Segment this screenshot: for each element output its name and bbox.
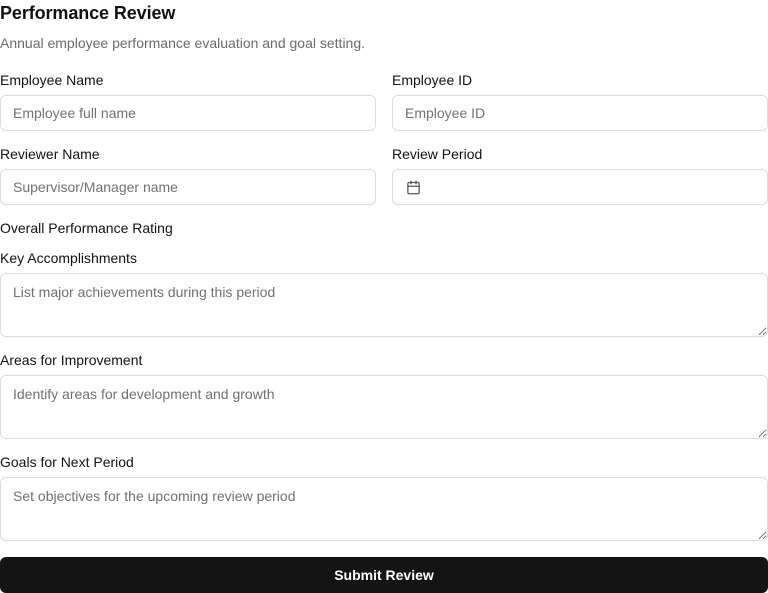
reviewer-name-label: Reviewer Name	[0, 146, 100, 162]
calendar-icon	[406, 180, 421, 195]
areas-for-improvement-label: Areas for Improvement	[0, 352, 143, 368]
key-accomplishments-label: Key Accomplishments	[0, 250, 137, 266]
overall-rating-label: Overall Performance Rating	[0, 220, 173, 236]
page-subtitle: Annual employee performance evaluation a…	[0, 35, 366, 51]
review-period-date-picker[interactable]	[392, 169, 768, 205]
page-title: Performance Review	[0, 3, 176, 23]
areas-for-improvement-textarea[interactable]	[0, 375, 768, 439]
goals-next-period-textarea[interactable]	[0, 477, 768, 541]
employee-id-label: Employee ID	[392, 72, 473, 88]
submit-review-button[interactable]: Submit Review	[0, 557, 768, 593]
goals-next-period-label: Goals for Next Period	[0, 454, 134, 470]
key-accomplishments-textarea[interactable]	[0, 273, 768, 337]
employee-name-label: Employee Name	[0, 72, 104, 88]
employee-id-input[interactable]	[392, 95, 768, 131]
review-period-label: Review Period	[392, 146, 483, 162]
employee-name-input[interactable]	[0, 95, 376, 131]
reviewer-name-input[interactable]	[0, 169, 376, 205]
